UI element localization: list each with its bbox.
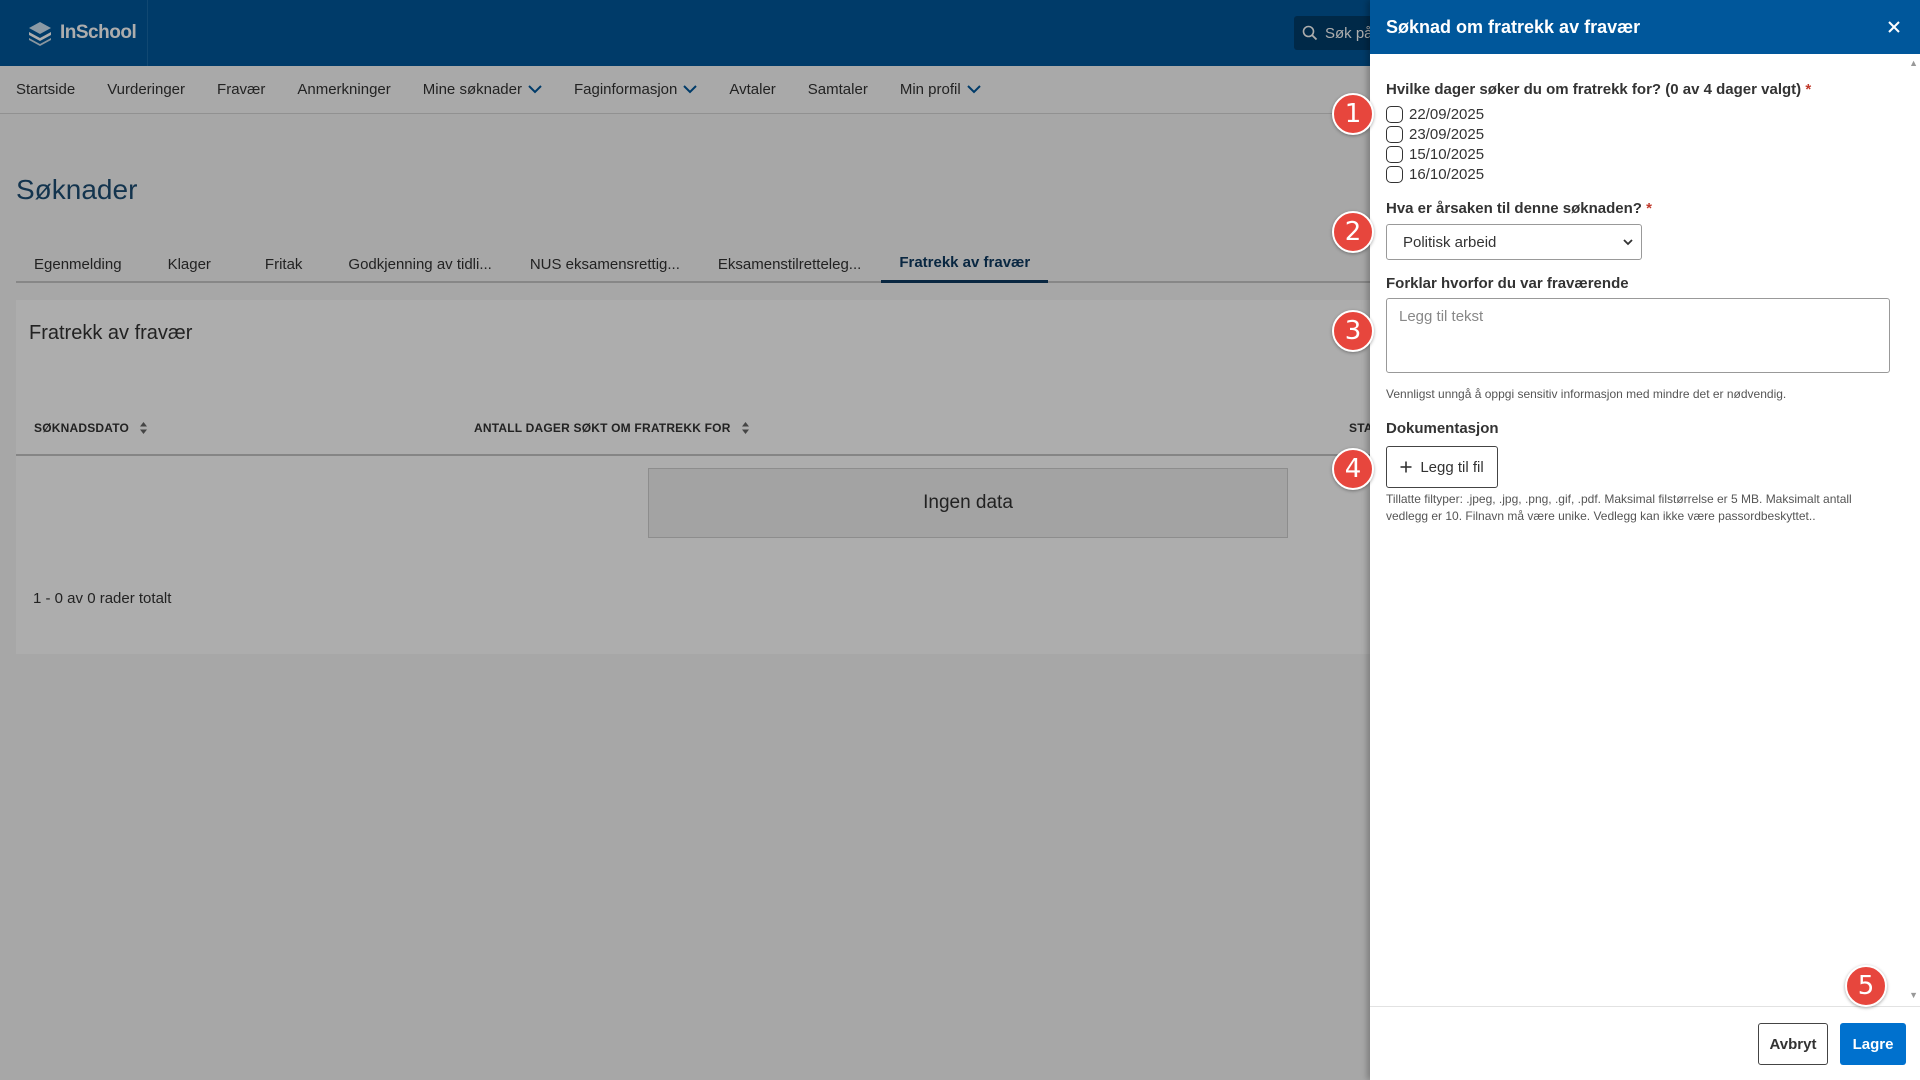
panel-footer: Avbryt Lagre — [1370, 1006, 1920, 1080]
reason-select-value: Politisk arbeid — [1403, 233, 1497, 251]
day-checkbox-row[interactable]: 23/09/2025 — [1386, 124, 1484, 144]
day-checkbox[interactable] — [1386, 145, 1403, 163]
day-date: 23/09/2025 — [1409, 125, 1485, 143]
panel-title: Søknad om fratrekk av fravær — [1386, 16, 1641, 37]
day-date: 22/09/2025 — [1409, 105, 1485, 123]
day-date: 15/10/2025 — [1409, 145, 1485, 163]
explain-textarea[interactable]: Legg til tekst — [1386, 298, 1890, 373]
day-date: 16/10/2025 — [1409, 165, 1485, 183]
day-checkbox[interactable] — [1386, 105, 1403, 123]
scroll-down-icon[interactable]: ▼ — [1909, 990, 1918, 1000]
step-marker-4: 4 — [1332, 448, 1374, 490]
day-checkbox-row[interactable]: 16/10/2025 — [1386, 164, 1484, 184]
reason-label: Hva er årsaken til denne søknaden? * — [1386, 200, 1652, 217]
day-checkbox[interactable] — [1386, 125, 1403, 143]
scroll-up-icon[interactable]: ▲ — [1909, 58, 1918, 68]
plus-icon — [1400, 461, 1412, 473]
panel-body: ▲ ▼ Hvilke dager søker du om fratrekk fo… — [1370, 54, 1920, 1006]
panel-header: Søknad om fratrekk av fravær — [1370, 0, 1920, 54]
day-checkbox-row[interactable]: 15/10/2025 — [1386, 144, 1484, 164]
save-button[interactable]: Lagre — [1840, 1023, 1906, 1065]
file-help-text: Tillatte filtyper: .jpeg, .jpg, .png, .g… — [1386, 492, 1852, 523]
documentation-label: Dokumentasjon — [1386, 420, 1499, 437]
explain-placeholder: Legg til tekst — [1399, 308, 1484, 325]
close-button[interactable] — [1882, 15, 1906, 39]
step-marker-1: 1 — [1332, 93, 1374, 135]
application-panel: Søknad om fratrekk av fravær ▲ ▼ Hvilke … — [1370, 0, 1920, 1080]
close-icon — [1888, 21, 1900, 33]
reason-label-text: Hva er årsaken til denne søknaden? — [1386, 200, 1642, 217]
reason-select[interactable]: Politisk arbeid — [1386, 224, 1642, 260]
add-file-button[interactable]: Legg til fil — [1386, 446, 1498, 488]
days-label-text: Hvilke dager søker du om fratrekk for? (… — [1386, 81, 1802, 98]
step-marker-2: 2 — [1332, 211, 1374, 253]
day-checkbox[interactable] — [1386, 165, 1403, 183]
step-marker-3: 3 — [1332, 310, 1374, 352]
cancel-button[interactable]: Avbryt — [1758, 1023, 1828, 1065]
required-mark: * — [1646, 200, 1652, 217]
explain-help-text: Vennligst unngå å oppgi sensitiv informa… — [1386, 387, 1787, 401]
chevron-down-icon — [1623, 238, 1633, 245]
day-checkbox-row[interactable]: 22/09/2025 — [1386, 104, 1484, 124]
days-label: Hvilke dager søker du om fratrekk for? (… — [1386, 81, 1811, 98]
step-marker-5: 5 — [1845, 965, 1887, 1007]
add-file-label: Legg til fil — [1420, 458, 1484, 476]
required-mark: * — [1805, 81, 1812, 98]
explain-label: Forklar hvorfor du var fraværende — [1386, 275, 1629, 292]
